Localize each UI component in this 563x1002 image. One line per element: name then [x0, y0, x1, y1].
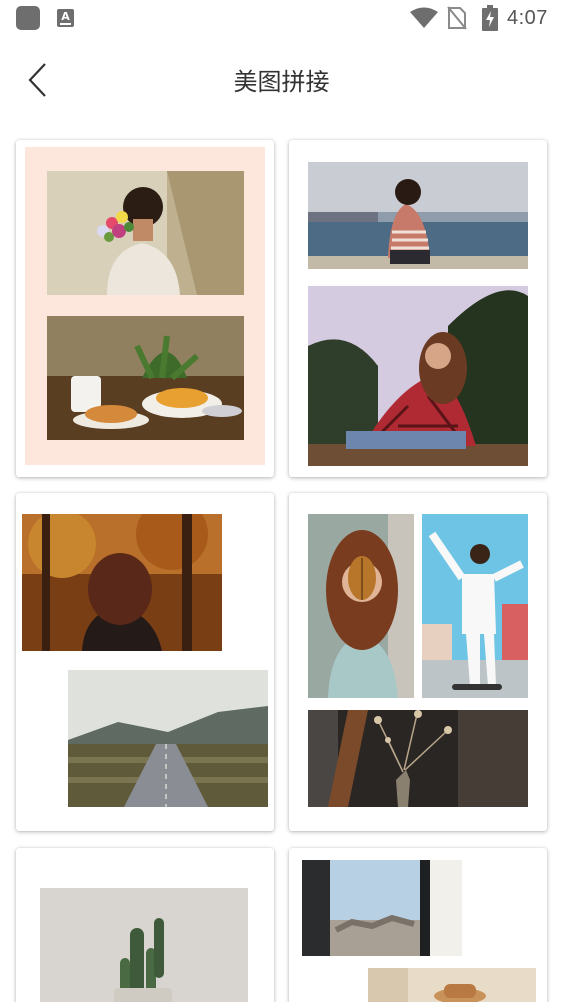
- photo-city-window-view: [302, 860, 462, 956]
- photo-girl-holding-leaf: [308, 514, 414, 698]
- photo-road-mountains: [68, 670, 268, 807]
- photo-woman-autumn-forest: [22, 514, 222, 651]
- page-title: 美图拼接: [233, 68, 330, 96]
- photo-breakfast-table: [47, 316, 244, 440]
- collage-template-6[interactable]: [289, 848, 547, 1002]
- photo-cactus-pot: [40, 888, 248, 1002]
- photo-person-with-hat: [368, 968, 536, 1002]
- app-notification-icon: [16, 6, 40, 30]
- photo-flowers-person: [47, 171, 244, 295]
- status-time: 4:07: [507, 7, 548, 29]
- battery-charging-icon: [482, 5, 498, 31]
- collage-template-2[interactable]: [289, 140, 547, 477]
- no-sim-icon: [447, 6, 467, 30]
- collage-template-1[interactable]: [16, 140, 274, 477]
- photo-skateboarder: [422, 514, 528, 698]
- collage-template-3[interactable]: [16, 493, 274, 831]
- wifi-icon: [410, 7, 438, 28]
- photo-girl-plaid-shirt: [308, 286, 528, 466]
- collage-template-5[interactable]: [16, 848, 274, 1002]
- status-bar: A 4:07: [0, 0, 563, 38]
- collage-template-4[interactable]: [289, 493, 547, 831]
- photo-person-by-sea: [308, 162, 528, 269]
- keyboard-notification-icon: A: [57, 9, 74, 27]
- photo-dried-flowers-vase: [308, 710, 528, 807]
